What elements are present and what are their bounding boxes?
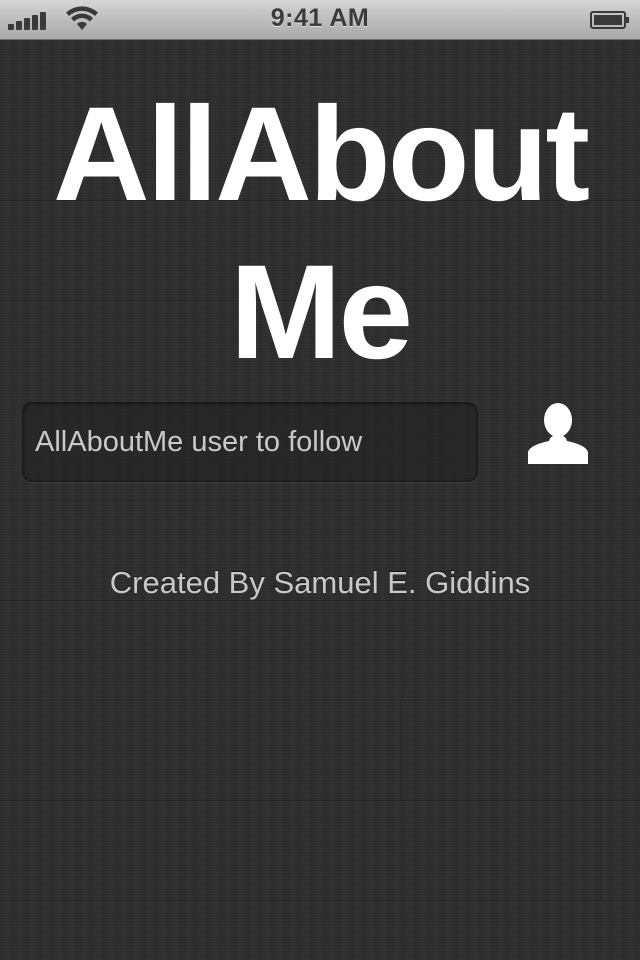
- app-title-line: AllAbout: [52, 80, 590, 229]
- status-time: 9:41 AM: [270, 4, 370, 32]
- battery-icon: [590, 11, 629, 29]
- status-bar: 9:41 AM: [0, 0, 640, 40]
- background-seam: [0, 800, 640, 802]
- username-input[interactable]: [23, 403, 477, 481]
- background-seam: [0, 900, 640, 902]
- background-seam: [0, 500, 640, 502]
- app-screen: 9:41 AM AllAbout Me Created By Samuel E.…: [0, 0, 640, 960]
- background-seam: [0, 700, 640, 702]
- credit-text: Created By Samuel E. Giddins: [109, 565, 531, 600]
- app-title: AllAbout Me: [0, 76, 640, 392]
- person-icon[interactable]: [520, 400, 596, 472]
- background-seam: [400, 700, 402, 800]
- background-seam: [600, 800, 602, 900]
- app-title-line: Me: [229, 238, 413, 387]
- username-field[interactable]: [22, 402, 478, 482]
